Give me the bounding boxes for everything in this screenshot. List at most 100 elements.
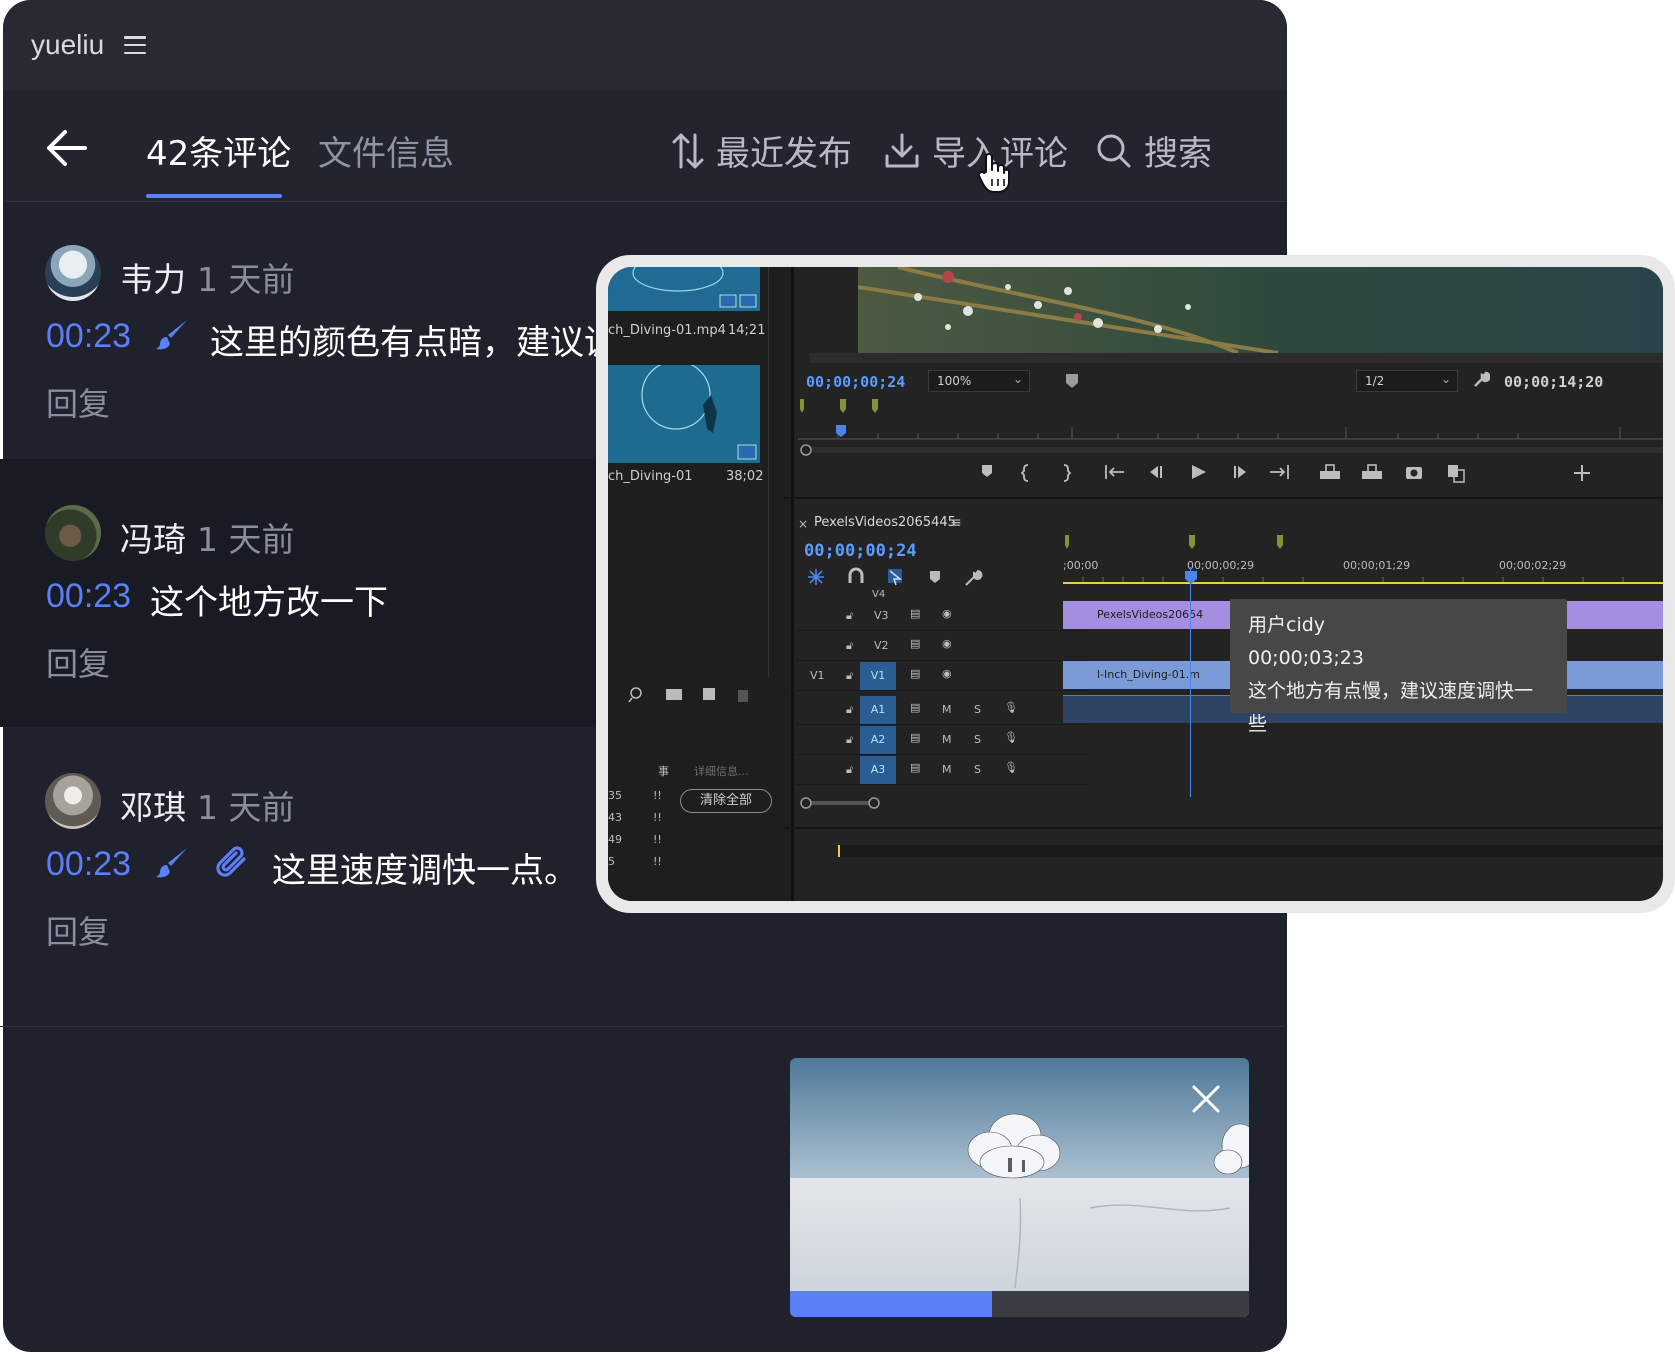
film-icon[interactable]: ▤ [910, 637, 920, 650]
wrench-icon[interactable] [1472, 371, 1490, 389]
track-v1: V1 🔓︎ V1 ▤ ◉ [784, 661, 1088, 691]
project-toolbar-icons[interactable] [628, 685, 758, 705]
eye-icon[interactable]: ◉ [942, 607, 952, 620]
reply-button[interactable]: 回复 [46, 639, 110, 685]
reply-button[interactable]: 回复 [46, 907, 110, 953]
lock-icon[interactable]: 🔓︎ [846, 669, 853, 683]
tooltip-time: 00;00;03;23 [1248, 647, 1364, 669]
eye-icon[interactable]: ◉ [942, 667, 952, 680]
project-panel: ch_Diving-01.mp4 14;21 ch_Diving-01 38;0… [608, 267, 794, 901]
back-arrow-icon[interactable] [45, 128, 89, 168]
solo-button[interactable]: S [974, 733, 981, 746]
detail-info-button[interactable]: 详细信息... [694, 763, 749, 779]
comment-time: 1 天前 [197, 788, 295, 827]
tab-comments[interactable]: 42条评论 [146, 126, 291, 175]
panel-menu-icon[interactable]: ≡ [950, 515, 962, 531]
clip-duration: 14;21 [728, 323, 766, 338]
avatar [45, 505, 101, 561]
microphone-icon[interactable]: 🎙︎ [1004, 761, 1018, 774]
lock-icon[interactable]: 🔓︎ [846, 609, 853, 623]
sort-button[interactable]: 最近发布 [672, 126, 852, 175]
clip-label: PexelsVideos20654 [1097, 608, 1204, 621]
monitor-mini-timeline[interactable] [798, 397, 1663, 457]
commenter-name: 冯琦 [120, 520, 186, 559]
timeline-tools[interactable] [806, 567, 996, 589]
track-target-a2[interactable]: A2 [860, 726, 896, 754]
ruler-label: 00;00;01;29 [1343, 559, 1411, 572]
mute-button[interactable]: M [942, 703, 952, 716]
marker-icon[interactable] [1064, 373, 1080, 389]
film-icon[interactable]: ▤ [910, 701, 920, 714]
ruler-label: 00;00;00;29 [1187, 559, 1255, 572]
comment-text: 这里速度调快一点。 [272, 851, 578, 891]
comment-timestamp[interactable]: 00:23 [46, 577, 131, 616]
attachment-icon [216, 846, 246, 877]
program-monitor-image [858, 267, 1663, 353]
monitor-scrollbar[interactable] [810, 353, 1663, 363]
clear-all-button[interactable]: 清除全部 [680, 789, 772, 813]
solo-button[interactable]: S [974, 703, 981, 716]
track-a2: 🔓︎ A2 ▤ M S 🎙︎ [796, 725, 1088, 755]
event-header: 事 [658, 765, 669, 778]
track-target-v1[interactable]: V1 [860, 662, 896, 690]
top-bar: yueliu [3, 0, 1287, 90]
sequence-title[interactable]: PexelsVideos2065445 [814, 515, 956, 530]
film-icon[interactable]: ▤ [910, 761, 920, 774]
playhead[interactable] [1190, 567, 1191, 797]
search-label: 搜索 [1144, 134, 1212, 174]
comment-time: 1 天前 [197, 260, 295, 299]
avatar [45, 773, 101, 829]
panel-divider [768, 267, 769, 677]
mute-button[interactable]: M [942, 733, 952, 746]
hamburger-menu-icon[interactable] [124, 36, 147, 54]
microphone-icon[interactable]: 🎙︎ [1004, 701, 1018, 714]
lock-icon[interactable]: 🔓︎ [846, 703, 853, 717]
film-icon[interactable]: ▤ [910, 667, 920, 680]
comment-timestamp[interactable]: 00:23 [46, 845, 131, 884]
comment-text: 这里的颜色有点暗，建议调 [210, 323, 618, 363]
event-row: 43 [608, 811, 622, 824]
comment-tooltip: 用户cidy 00;00;03;23 这个地方有点慢，建议速度调快一些 [1230, 599, 1567, 735]
film-icon[interactable]: ▤ [910, 731, 920, 744]
clip-name: ch_Diving-01 [608, 469, 693, 484]
video-progress-bar[interactable] [790, 1291, 1249, 1317]
mute-button[interactable]: M [942, 763, 952, 776]
lock-icon[interactable]: 🔓︎ [846, 733, 853, 747]
close-icon[interactable] [1191, 1084, 1221, 1114]
film-icon[interactable]: ▤ [910, 607, 920, 620]
resolution-select[interactable]: 1/2 ⌄ [1356, 370, 1458, 392]
close-icon[interactable]: × [798, 517, 808, 531]
tab-file-info[interactable]: 文件信息 [318, 126, 454, 175]
source-patch-label[interactable]: V1 [810, 669, 825, 682]
audio-meter [838, 845, 1663, 857]
lock-icon[interactable]: 🔓︎ [846, 763, 853, 777]
sort-label: 最近发布 [716, 134, 852, 174]
zoom-select[interactable]: 100% ⌄ [928, 370, 1030, 392]
active-tab-indicator [146, 194, 282, 198]
video-frame-image [790, 1058, 1249, 1317]
lock-icon[interactable]: 🔓︎ [846, 639, 853, 653]
microphone-icon[interactable]: 🎙︎ [1004, 731, 1018, 744]
track-target-a1[interactable]: A1 [860, 696, 896, 724]
track-label: V4 [872, 589, 886, 600]
event-row: 5 [608, 855, 615, 868]
timeline-zoom-scrollbar[interactable] [798, 795, 918, 811]
monitor-duration: 00;00;14;20 [1504, 373, 1604, 391]
comment-timestamp[interactable]: 00:23 [46, 317, 131, 356]
monitor-timecode[interactable]: 00;00;00;24 [806, 373, 905, 391]
eye-icon[interactable]: ◉ [942, 637, 952, 650]
commenter-name: 韦力 [120, 260, 186, 299]
track-label: V3 [874, 609, 889, 622]
track-target-a3[interactable]: A3 [860, 756, 896, 784]
transport-controls[interactable] [978, 461, 1663, 485]
event-flag: !! [653, 855, 662, 868]
clip-name: ch_Diving-01.mp4 [608, 323, 726, 338]
search-button[interactable]: 搜索 [1096, 126, 1212, 175]
event-flag: !! [653, 811, 662, 824]
video-preview[interactable] [790, 1058, 1249, 1317]
solo-button[interactable]: S [974, 763, 981, 776]
zoom-value: 100% [937, 374, 972, 388]
reply-button[interactable]: 回复 [46, 379, 110, 425]
sequence-timecode[interactable]: 00;00;00;24 [804, 541, 917, 561]
resolution-value: 1/2 [1365, 374, 1385, 388]
